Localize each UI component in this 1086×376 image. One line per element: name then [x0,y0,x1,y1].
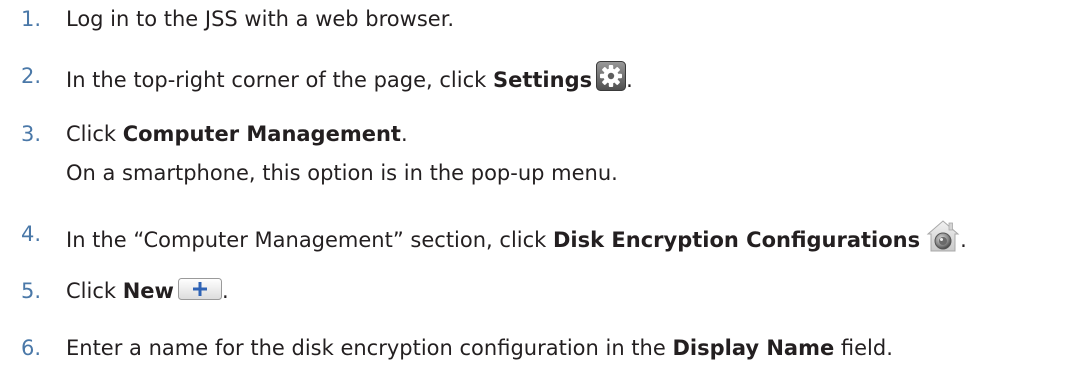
step-text: Enter a name for the disk encryption con… [66,333,893,363]
disk-encryption-icon [926,219,960,253]
computer-management-label: Computer Management [122,122,401,146]
step-text-pre: Click [66,122,123,146]
new-label: New [122,279,174,303]
step-text-post: . [960,228,967,252]
display-name-label: Display Name [672,336,835,360]
step-number: 1. [21,7,42,31]
step-text: Click New . [66,276,229,306]
step-note: On a smartphone, this option is in the p… [66,161,618,185]
step-text-pre: In the top-right corner of the page, cli… [66,68,493,92]
step-text-pre: In the “Computer Management” section, cl… [66,228,553,252]
settings-label: Settings [492,68,593,92]
step-number: 2. [21,64,42,88]
step-text-pre: Enter a name for the disk encryption con… [66,336,673,360]
step-text-post: . [400,122,408,146]
step-text-pre: Click [66,279,123,303]
step-text-post: . [626,68,633,92]
step-text: In the top-right corner of the page, cli… [66,61,633,95]
step-text-post: field. [834,336,893,360]
gear-icon [596,61,627,91]
step-number: 3. [21,122,42,146]
step-number: 6. [21,336,42,360]
plus-icon [177,278,222,300]
step-number: 4. [21,222,42,246]
step-number: 5. [21,279,42,303]
step-text: Click Computer Management. [66,119,408,149]
step-text: Log in to the JSS with a web browser. [66,4,454,34]
disk-encryption-configurations-label: Disk Encryption Configurations [553,228,921,252]
step-text-post: . [221,279,229,303]
step-text: In the “Computer Management” section, cl… [66,219,967,255]
step-text-content: Log in to the JSS with a web browser. [66,7,455,31]
